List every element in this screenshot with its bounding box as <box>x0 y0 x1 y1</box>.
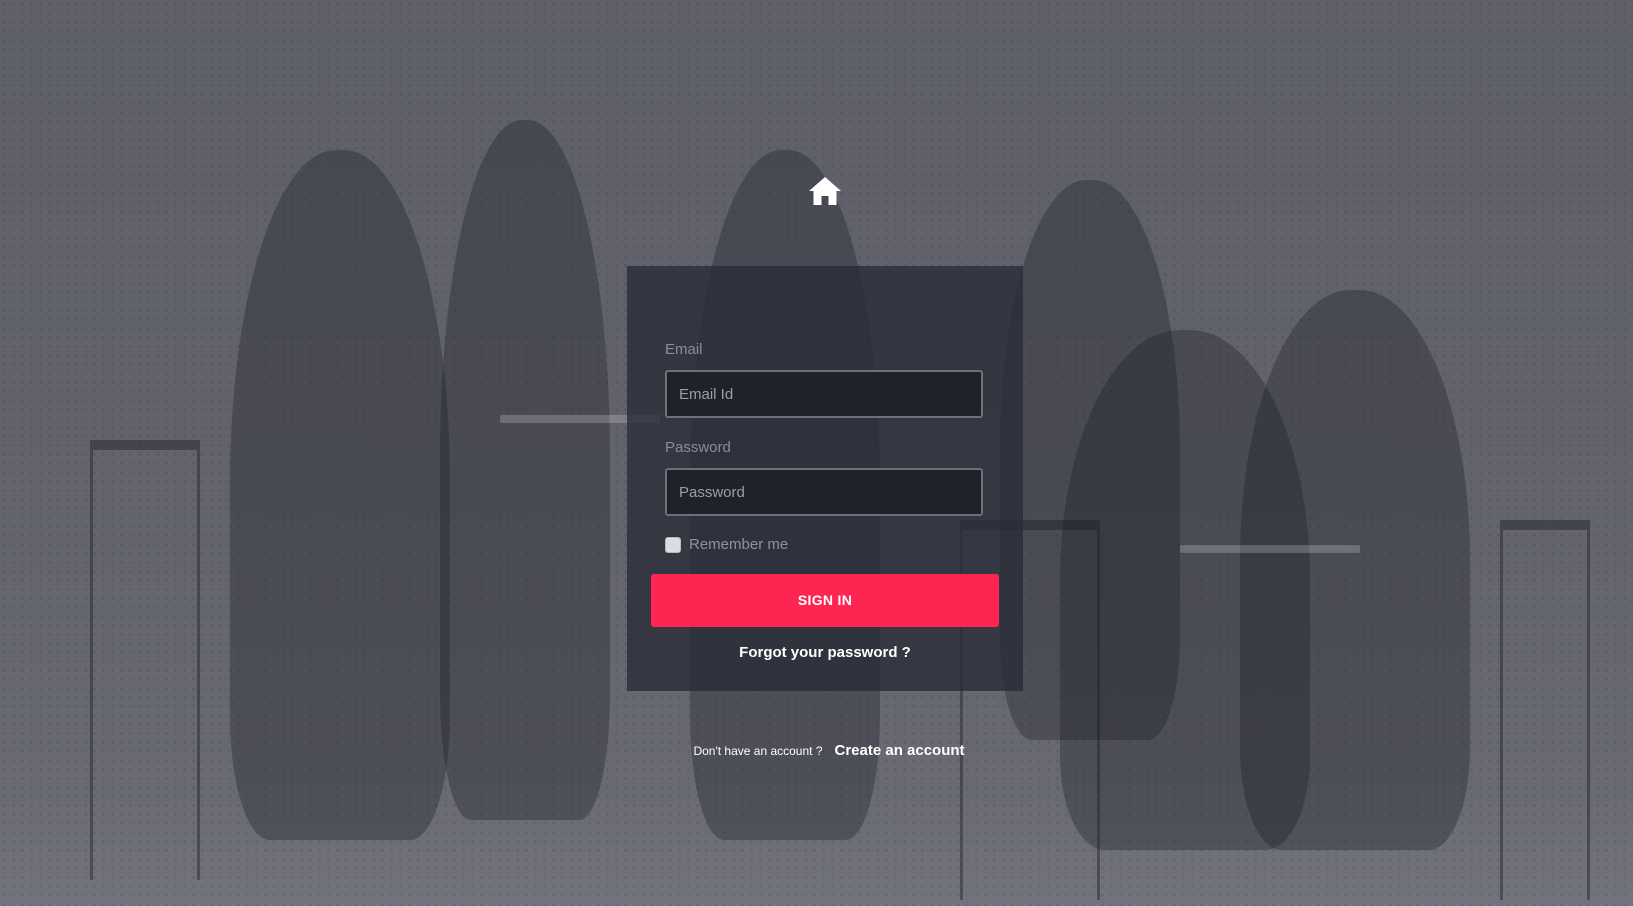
background-table <box>1180 545 1360 553</box>
sign-in-button[interactable]: SIGN IN <box>651 574 999 627</box>
home-link[interactable] <box>808 176 842 206</box>
signup-row: Don't have an account ? Create an accoun… <box>0 742 1633 759</box>
background-person <box>1240 290 1470 850</box>
remember-me-label: Remember me <box>689 536 789 553</box>
remember-me[interactable]: Remember me <box>665 536 788 553</box>
background-chair <box>90 440 200 880</box>
create-account-link[interactable]: Create an account <box>835 742 965 759</box>
background-chair <box>1500 520 1590 900</box>
login-panel: Email Password Remember me SIGN IN Forgo… <box>627 266 1023 691</box>
password-label: Password <box>665 439 731 456</box>
home-icon <box>809 177 841 205</box>
background-person <box>440 120 610 820</box>
password-input[interactable] <box>665 468 983 516</box>
remember-me-checkbox[interactable] <box>665 536 681 553</box>
signup-prompt: Don't have an account ? <box>693 744 823 758</box>
email-label: Email <box>665 341 703 358</box>
email-input[interactable] <box>665 370 983 418</box>
background-person <box>230 150 450 840</box>
forgot-password-link[interactable]: Forgot your password ? <box>627 644 1023 661</box>
